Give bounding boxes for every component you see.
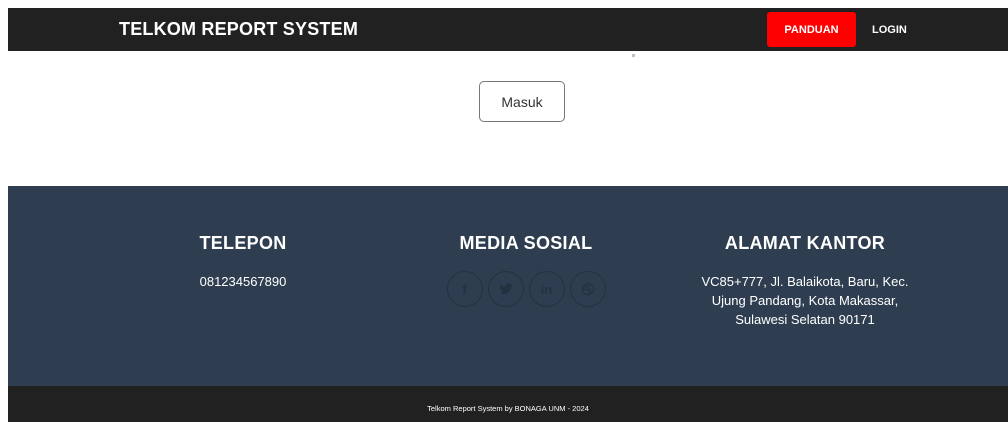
facebook-icon[interactable]: f	[446, 271, 483, 307]
credit-text: Telkom Report System by BONAGA UNM - 202…	[427, 403, 589, 413]
speck	[632, 54, 635, 57]
media-sosial-title: MEDIA SOSIAL	[459, 233, 593, 253]
alamat-line-3: Sulawesi Selatan 90171	[735, 312, 875, 327]
media-sosial-section: MEDIA SOSIAL f in	[401, 233, 651, 307]
alamat-line-2: Ujung Pandang, Kota Makassar,	[711, 293, 899, 308]
alamat-line-1: VC85+777, Jl. Balaikota, Baru, Kec.	[701, 274, 909, 289]
alamat-title: ALAMAT KANTOR	[724, 233, 886, 253]
telepon-value: 081234567890	[199, 274, 287, 289]
twitter-icon[interactable]	[487, 271, 524, 307]
social-icons: f in	[401, 271, 651, 307]
linkedin-icon[interactable]: in	[528, 271, 565, 307]
alamat-section: ALAMAT KANTOR VC85+777, Jl. Balaikota, B…	[680, 233, 930, 329]
bottom-bar: Telkom Report System by BONAGA UNM - 202…	[8, 386, 1008, 422]
telepon-title: TELEPON	[199, 233, 287, 253]
telepon-section: TELEPON 081234567890	[123, 233, 363, 291]
brand-link[interactable]: TELKOM REPORT SYSTEM	[119, 8, 358, 51]
navbar: TELKOM REPORT SYSTEM PANDUAN LOGIN	[8, 8, 1008, 51]
footer: TELEPON 081234567890 MEDIA SOSIAL f in A…	[8, 186, 1008, 386]
page-frame: TELKOM REPORT SYSTEM PANDUAN LOGIN Masuk…	[8, 8, 1008, 422]
nav-right: PANDUAN LOGIN	[767, 12, 907, 47]
panduan-button[interactable]: PANDUAN	[767, 12, 856, 47]
dribbble-icon[interactable]	[569, 271, 606, 307]
login-link[interactable]: LOGIN	[872, 12, 907, 47]
masuk-button[interactable]: Masuk	[479, 81, 565, 122]
alamat-value: VC85+777, Jl. Balaikota, Baru, Kec. Ujun…	[680, 272, 930, 329]
